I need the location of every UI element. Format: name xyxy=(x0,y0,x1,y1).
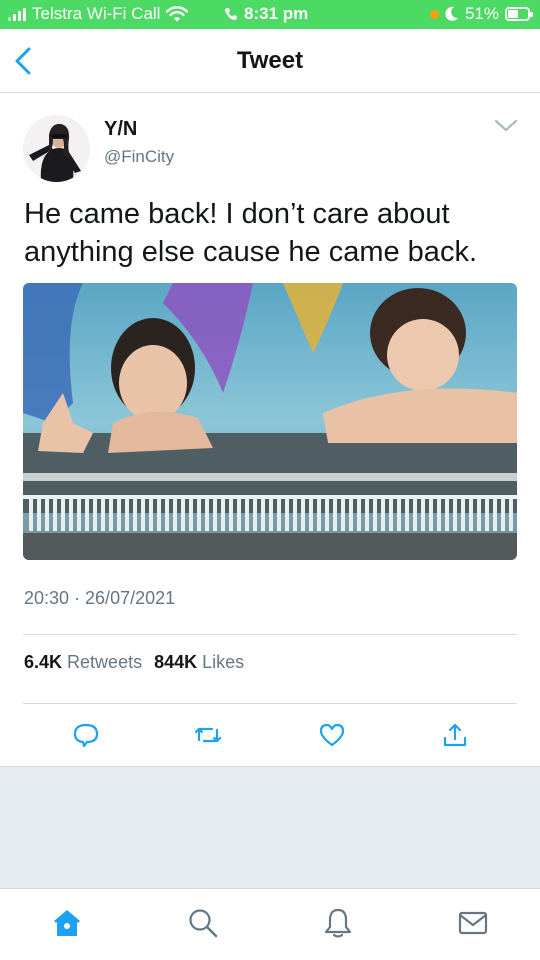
divider xyxy=(23,634,517,635)
tweet-photo[interactable] xyxy=(23,283,517,560)
retweets-count: 6.4K xyxy=(24,652,63,672)
tweet-timestamp: 20:30 · 26/07/2021 xyxy=(24,588,176,608)
divider xyxy=(23,703,517,704)
tweet-text: He came back! I don’t care about anythin… xyxy=(24,198,477,268)
tweet-stats: 6.4K Retweets 844K Likes xyxy=(24,652,244,673)
likes-count: 844K xyxy=(154,652,198,672)
battery-group: 51% xyxy=(429,4,533,24)
user-name[interactable]: Y/N xyxy=(104,118,137,141)
reply-icon[interactable] xyxy=(72,722,100,748)
mic-indicator-icon xyxy=(429,9,439,19)
notifications-icon[interactable] xyxy=(322,907,354,939)
phone-icon xyxy=(225,8,237,20)
retweets-label: Retweets xyxy=(67,652,143,672)
chevron-down-icon[interactable] xyxy=(494,115,518,135)
moon-icon xyxy=(445,6,458,21)
wifi-icon xyxy=(166,6,189,22)
tab-bar xyxy=(0,888,540,960)
empty-background xyxy=(0,766,540,888)
navigation-header: Tweet xyxy=(0,29,540,93)
page-title: Tweet xyxy=(236,47,304,74)
avatar[interactable] xyxy=(23,115,90,182)
cellular-signal-icon xyxy=(8,7,26,21)
status-bar: Telstra Wi-Fi Call 8:31 pm 51% xyxy=(0,0,540,29)
home-icon[interactable] xyxy=(51,907,83,939)
retweet-icon[interactable] xyxy=(194,722,222,748)
likes-stat[interactable]: 844K Likes xyxy=(154,652,244,673)
messages-icon[interactable] xyxy=(457,907,489,939)
retweets-stat[interactable]: 6.4K Retweets xyxy=(24,652,142,673)
status-time: 8:31 pm xyxy=(244,4,309,23)
user-handle[interactable]: @FinCity xyxy=(104,147,174,167)
carrier-label: Telstra Wi-Fi Call xyxy=(32,4,161,23)
share-icon[interactable] xyxy=(441,722,469,748)
like-icon[interactable] xyxy=(318,722,346,748)
battery-icon xyxy=(505,7,533,21)
clock-group: 8:31 pm xyxy=(224,4,308,24)
search-icon[interactable] xyxy=(187,907,219,939)
carrier-group: Telstra Wi-Fi Call xyxy=(8,4,189,24)
battery-percent: 51% xyxy=(464,4,499,23)
likes-label: Likes xyxy=(202,652,245,672)
